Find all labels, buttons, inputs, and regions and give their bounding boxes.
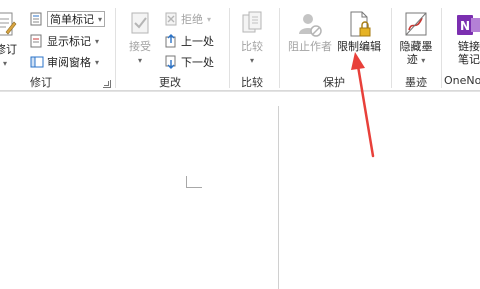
annotation-arrow-icon bbox=[351, 52, 375, 158]
